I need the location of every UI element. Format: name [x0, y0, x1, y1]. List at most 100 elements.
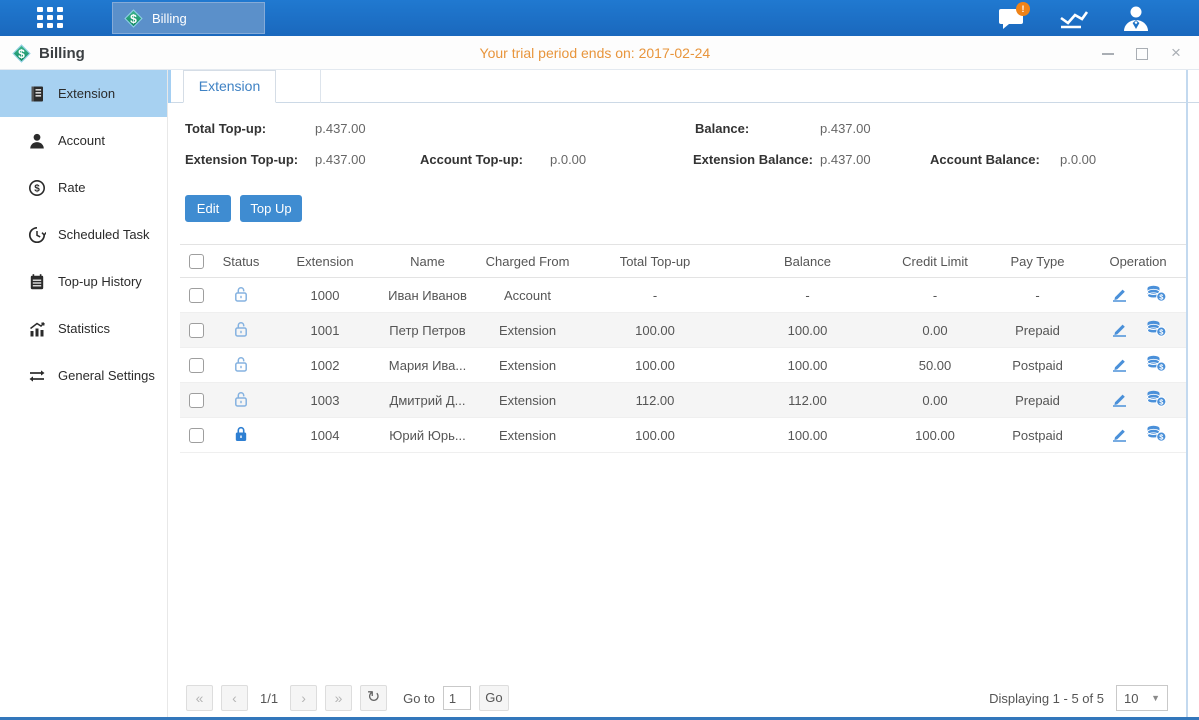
svg-text:$: $: [1159, 398, 1163, 407]
col-name: Name: [380, 245, 475, 278]
close-button[interactable]: ×: [1169, 46, 1183, 60]
extensions-table: Status Extension Name Charged From Total…: [180, 244, 1186, 453]
sidebar-item-scheduled-task[interactable]: Scheduled Task: [0, 211, 167, 258]
billing-title-icon: $: [12, 44, 31, 63]
lock-open-icon[interactable]: [233, 355, 249, 376]
lock-open-icon[interactable]: [233, 390, 249, 411]
sidebar-item-extension[interactable]: Extension: [0, 70, 167, 117]
sidebar-item-rate[interactable]: $ Rate: [0, 164, 167, 211]
col-pay-type: Pay Type: [985, 245, 1090, 278]
edit-button[interactable]: Edit: [185, 195, 231, 222]
tab-extension[interactable]: Extension: [183, 70, 276, 103]
extension-balance-label: Extension Balance:: [693, 152, 813, 167]
name-cell: Дмитрий Д...: [380, 383, 475, 418]
sidebar-item-account[interactable]: Account: [0, 117, 167, 164]
pagination-right: Displaying 1 - 5 of 5 10 ▼: [989, 685, 1168, 711]
first-page-button[interactable]: «: [186, 685, 213, 711]
reports-chart-icon[interactable]: [1055, 3, 1093, 33]
name-cell: Петр Петров: [380, 313, 475, 348]
grid-icon: [34, 6, 66, 30]
edit-icon[interactable]: [1110, 356, 1129, 372]
pagination-bar: « ‹ 1/1 › » ↻ Go to Go: [186, 685, 509, 711]
sidebar-item-topup-history[interactable]: Top-up History: [0, 258, 167, 305]
next-page-button[interactable]: ›: [290, 685, 317, 711]
charged-from-cell: Extension: [475, 348, 580, 383]
lock-open-icon[interactable]: [233, 285, 249, 306]
svg-text:$: $: [34, 183, 40, 194]
col-total-topup: Total Top-up: [580, 245, 730, 278]
col-operation: Operation: [1090, 245, 1186, 278]
extension-cell: 1004: [270, 418, 380, 453]
row-checkbox[interactable]: [189, 288, 204, 303]
sidebar-item-label: General Settings: [58, 368, 155, 383]
sidebar-item-label: Extension: [58, 86, 115, 101]
lock-closed-icon[interactable]: [233, 425, 249, 446]
sidebar-item-statistics[interactable]: Statistics: [0, 305, 167, 352]
sidebar-item-label: Top-up History: [58, 274, 142, 289]
maximize-button[interactable]: [1135, 46, 1149, 60]
table-row: 1000Иван ИвановAccount----$: [180, 278, 1186, 313]
app-grid-menu-icon[interactable]: [34, 6, 72, 30]
name-cell: Иван Иванов: [380, 278, 475, 313]
edit-icon[interactable]: [1110, 321, 1129, 337]
row-checkbox[interactable]: [189, 358, 204, 373]
row-checkbox[interactable]: [189, 323, 204, 338]
prev-page-button[interactable]: ‹: [221, 685, 248, 711]
topup-history-icon: [28, 273, 46, 291]
credit-limit-cell: 0.00: [885, 313, 985, 348]
edit-icon[interactable]: [1110, 286, 1129, 302]
table-header-row: Status Extension Name Charged From Total…: [180, 245, 1186, 278]
row-checkbox[interactable]: [189, 393, 204, 408]
last-page-button[interactable]: »: [325, 685, 352, 711]
messages-icon[interactable]: !: [993, 3, 1031, 33]
topup-icon[interactable]: $: [1146, 425, 1167, 442]
billing-app-window: $ Billing !: [0, 0, 1199, 720]
window-right-border: [1186, 70, 1188, 717]
window-title: Billing: [39, 45, 85, 62]
notification-badge: !: [1016, 2, 1030, 16]
table-row: 1004Юрий Юрь...Extension100.00100.00100.…: [180, 418, 1186, 453]
pay-type-cell: Prepaid: [985, 313, 1090, 348]
lock-open-icon[interactable]: [233, 320, 249, 341]
balance-cell: 100.00: [730, 418, 885, 453]
goto-page-input[interactable]: [443, 686, 471, 710]
total-topup-label: Total Top-up:: [185, 121, 266, 136]
window-title-bar: $ Billing Your trial period ends on: 201…: [0, 36, 1199, 70]
sidebar-item-label: Statistics: [58, 321, 110, 336]
svg-text:$: $: [1159, 433, 1163, 442]
minimize-button[interactable]: [1101, 46, 1115, 60]
topup-icon[interactable]: $: [1146, 390, 1167, 407]
page-size-value: 10: [1124, 691, 1138, 706]
app-tab-billing[interactable]: $ Billing: [112, 2, 265, 34]
account-topup-label: Account Top-up:: [420, 152, 523, 167]
sidebar-item-label: Scheduled Task: [58, 227, 150, 242]
pay-type-cell: -: [985, 278, 1090, 313]
total-topup-cell: -: [580, 278, 730, 313]
trial-period-notice: Your trial period ends on: 2017-02-24: [480, 36, 711, 70]
page-size-dropdown[interactable]: 10 ▼: [1116, 685, 1168, 711]
extension-cell: 1001: [270, 313, 380, 348]
user-account-icon[interactable]: [1117, 3, 1155, 33]
edit-icon[interactable]: [1110, 391, 1129, 407]
edit-icon[interactable]: [1110, 426, 1129, 442]
chevron-down-icon: ▼: [1151, 693, 1160, 703]
account-topup-value: p.0.00: [550, 152, 586, 167]
sidebar-nav: Extension Account $ Rate Scheduled Task: [0, 70, 168, 717]
displaying-text: Displaying 1 - 5 of 5: [989, 691, 1104, 706]
sidebar-item-general-settings[interactable]: General Settings: [0, 352, 167, 399]
balance-cell: 100.00: [730, 348, 885, 383]
total-topup-cell: 100.00: [580, 313, 730, 348]
total-topup-cell: 100.00: [580, 418, 730, 453]
account-balance-value: p.0.00: [1060, 152, 1096, 167]
pay-type-cell: Postpaid: [985, 348, 1090, 383]
select-all-checkbox[interactable]: [189, 254, 204, 269]
row-checkbox[interactable]: [189, 428, 204, 443]
topup-icon[interactable]: $: [1146, 355, 1167, 372]
topup-icon[interactable]: $: [1146, 285, 1167, 302]
refresh-button[interactable]: ↻: [360, 685, 387, 711]
topup-icon[interactable]: $: [1146, 320, 1167, 337]
credit-limit-cell: 100.00: [885, 418, 985, 453]
top-up-button[interactable]: Top Up: [240, 195, 302, 222]
balance-label: Balance:: [695, 121, 749, 136]
go-button[interactable]: Go: [479, 685, 509, 711]
